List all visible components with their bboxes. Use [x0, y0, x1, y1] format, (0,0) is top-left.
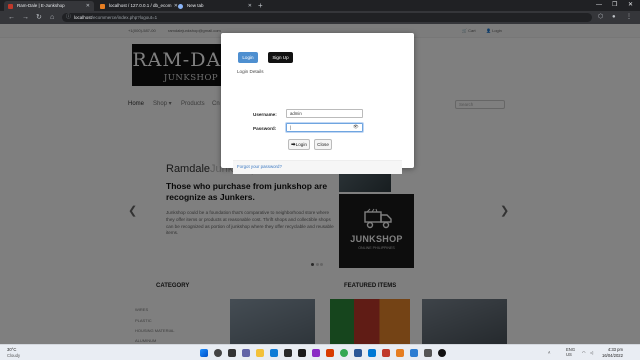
newtab-favicon-icon [178, 4, 183, 9]
app-icon[interactable] [424, 349, 432, 357]
chat-icon[interactable] [242, 349, 250, 357]
windows-taskbar: 30°C Cloudy ˄ ENG US ◠ ◁ 4:33 pm 16/04/2… [0, 344, 640, 360]
forgot-password-link[interactable]: Forgot your password? [237, 164, 282, 169]
new-tab-plus-icon[interactable]: + [258, 0, 263, 11]
url-path: /ecommerce/index.php?logout=1 [91, 15, 158, 20]
weather-condition: Cloudy [7, 352, 21, 358]
address-bar[interactable]: ⓘ localhost/ecommerce/index.php?logout=1 [62, 13, 592, 22]
username-field[interactable]: admin [286, 109, 363, 118]
minimize-icon[interactable]: — [596, 0, 602, 11]
task-view-icon[interactable] [228, 349, 236, 357]
office-icon[interactable] [326, 349, 334, 357]
tab-title: Ram-Dale | E-Junkshop [17, 3, 65, 8]
close-tab-icon[interactable]: ✕ [248, 1, 252, 11]
region: US [566, 352, 572, 357]
wifi-icon[interactable]: ◠ [582, 350, 586, 355]
word-icon[interactable] [354, 349, 362, 357]
browser-tab-newtab[interactable]: New tab ✕ [174, 1, 256, 11]
terminal-icon[interactable] [298, 349, 306, 357]
password-field[interactable]: | [286, 123, 363, 132]
github-icon[interactable] [438, 349, 446, 357]
info-icon[interactable]: ⓘ [66, 13, 71, 22]
close-window-icon[interactable]: ✕ [628, 0, 633, 11]
close-tab-icon[interactable]: ✕ [86, 1, 90, 11]
media-app-icon[interactable] [312, 349, 320, 357]
login-button[interactable]: ⮕Login [288, 139, 310, 150]
phpmyadmin-favicon-icon [100, 4, 105, 9]
xampp-icon[interactable] [396, 349, 404, 357]
browser-tab-phpmyadmin[interactable]: localhost / 127.0.0.1 / db_ecom ✕ [96, 1, 182, 11]
weather-widget[interactable]: 30°C Cloudy [7, 347, 20, 358]
reload-icon[interactable]: ↻ [36, 12, 42, 23]
site-favicon-icon [8, 4, 13, 9]
store-icon[interactable] [284, 349, 292, 357]
login-modal: Login Sign Up Login Details Username: ad… [221, 33, 414, 174]
login-button-label: Login [295, 142, 307, 147]
start-icon[interactable] [200, 349, 208, 357]
page-viewport: +1(000)-587-00 ramdalejunkshop@gmail.com… [0, 24, 640, 344]
password-label: Password: [253, 126, 277, 131]
file-explorer-icon[interactable] [256, 349, 264, 357]
login-tab[interactable]: Login [238, 52, 258, 63]
browser-menu-icon[interactable]: ⋮ [626, 12, 632, 23]
forward-icon[interactable]: → [22, 12, 29, 23]
maximize-icon[interactable]: ❐ [612, 0, 617, 11]
app-icon[interactable] [410, 349, 418, 357]
close-button[interactable]: Close [314, 139, 332, 150]
tray-chevron-icon[interactable]: ˄ [548, 350, 550, 355]
username-label: Username: [253, 112, 277, 117]
extensions-icon[interactable]: ⬡ [598, 12, 603, 23]
vscode-icon[interactable] [368, 349, 376, 357]
app-icon[interactable] [382, 349, 390, 357]
back-icon[interactable]: ← [8, 12, 15, 23]
profile-icon[interactable]: ● [612, 12, 616, 23]
tab-title: New tab [187, 3, 204, 8]
show-password-eye-icon[interactable]: 👁 [353, 124, 359, 130]
search-icon[interactable] [214, 349, 222, 357]
system-clock[interactable]: 4:33 pm 16/04/2022 [602, 347, 623, 358]
volume-icon[interactable]: ◁ [590, 350, 593, 355]
language-indicator[interactable]: ENG US [566, 347, 575, 357]
browser-tab-strip: Ram-Dale | E-Junkshop ✕ localhost / 127.… [0, 0, 640, 11]
signup-tab[interactable]: Sign Up [268, 52, 293, 63]
browser-tab-ramdale[interactable]: Ram-Dale | E-Junkshop ✕ [4, 1, 94, 11]
browser-toolbar: ← → ↻ ⌂ ⓘ localhost/ecommerce/index.php?… [0, 11, 640, 24]
url-host: localhost [74, 15, 92, 20]
date: 16/04/2022 [602, 352, 623, 358]
home-icon[interactable]: ⌂ [50, 12, 54, 23]
tab-title: localhost / 127.0.0.1 / db_ecom [109, 3, 172, 8]
login-details-label: Login Details [237, 69, 264, 74]
edge-icon[interactable] [270, 349, 278, 357]
chrome-icon[interactable] [340, 349, 348, 357]
